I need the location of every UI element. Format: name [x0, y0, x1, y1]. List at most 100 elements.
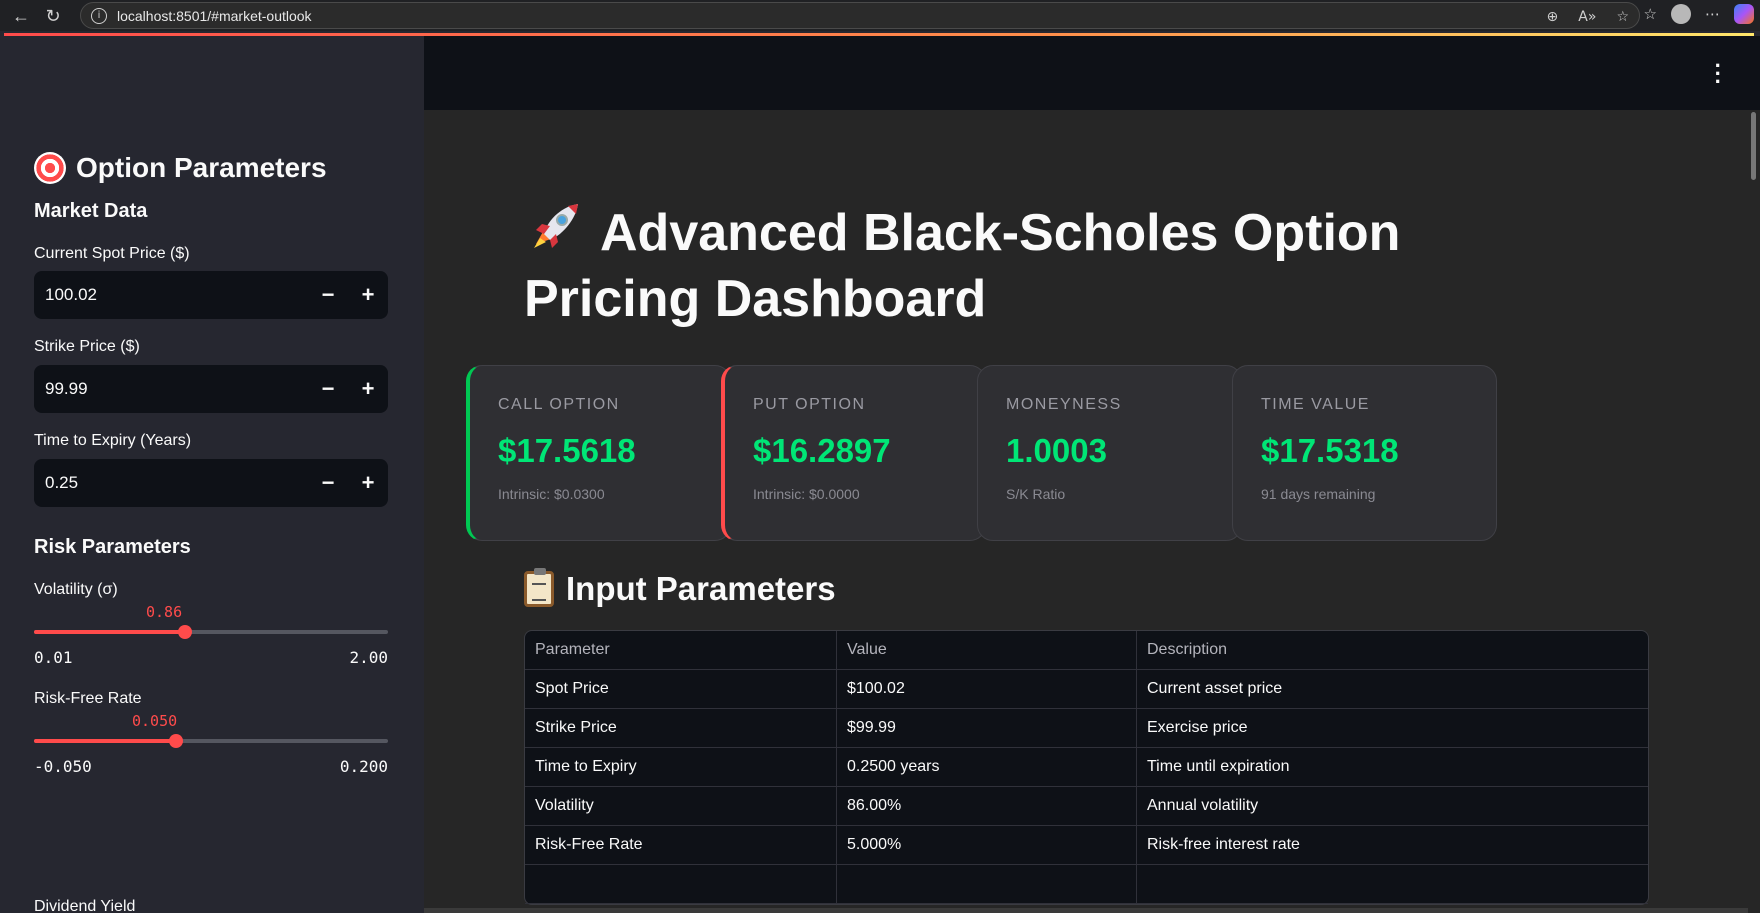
table-cell: Exercise price: [1137, 709, 1648, 748]
table-row: Volatility 86.00% Annual volatility: [525, 787, 1648, 826]
table-row: Spot Price $100.02 Current asset price: [525, 670, 1648, 709]
spot-price-label: Current Spot Price ($): [34, 245, 190, 262]
table-cell: $100.02: [837, 670, 1137, 709]
table-cell: Current asset price: [1137, 670, 1648, 709]
metric-label: MONEYNESS: [1006, 396, 1122, 413]
reload-icon[interactable]: ↻: [42, 5, 64, 27]
table-row: Risk-Free Rate 5.000% Risk-free interest…: [525, 826, 1648, 865]
volatility-slider[interactable]: [34, 625, 388, 639]
sidebar: Option Parameters Market Data Current Sp…: [4, 36, 424, 913]
page-title: Advanced Black-Scholes Option Pricing Da…: [524, 200, 1584, 332]
url-text[interactable]: localhost:8501/#market-outlook: [117, 8, 312, 24]
favorites-icon[interactable]: ☆: [1644, 5, 1657, 23]
metric-subtext: S/K Ratio: [1006, 486, 1066, 502]
more-menu-icon[interactable]: ⋯: [1705, 5, 1720, 23]
metric-label: TIME VALUE: [1261, 396, 1370, 413]
metric-value: $17.5618: [498, 432, 636, 469]
table-row: Time to Expiry 0.2500 years Time until e…: [525, 748, 1648, 787]
risk-free-rate-slider[interactable]: [34, 734, 388, 748]
browser-toolbar: ← ↻ i localhost:8501/#market-outlook ⊕ A…: [0, 0, 1760, 31]
page-title-text: Advanced Black-Scholes Option Pricing Da…: [524, 204, 1401, 328]
read-aloud-icon[interactable]: A»: [1578, 9, 1596, 25]
volatility-max: 2.00: [349, 648, 388, 667]
dividend-yield-label: Dividend Yield: [34, 898, 136, 913]
metric-value: 1.0003: [1006, 432, 1107, 469]
metric-card-call: CALL OPTION $17.5618 Intrinsic: $0.0300: [466, 365, 731, 541]
table-cell: Spot Price: [525, 670, 837, 709]
volatility-min: 0.01: [34, 648, 73, 667]
table-cell: [525, 865, 837, 904]
profile-avatar[interactable]: [1671, 4, 1691, 24]
site-info-icon[interactable]: i: [91, 7, 107, 24]
bottom-edge: [424, 908, 1748, 913]
table-cell: [837, 865, 1137, 904]
expiry-value[interactable]: 0.25: [34, 473, 308, 493]
metric-subtext: Intrinsic: $0.0000: [753, 486, 860, 502]
volatility-range: 0.01 2.00: [34, 648, 388, 667]
metric-label: PUT OPTION: [753, 396, 866, 413]
metric-value: $17.5318: [1261, 432, 1399, 469]
address-bar[interactable]: i localhost:8501/#market-outlook ⊕ A» ☆: [80, 2, 1640, 29]
table-cell: 5.000%: [837, 826, 1137, 865]
volatility-label: Volatility (σ): [34, 581, 118, 598]
spot-price-value[interactable]: 100.02: [34, 285, 308, 305]
copilot-icon[interactable]: [1734, 4, 1754, 24]
zoom-icon[interactable]: ⊕: [1547, 9, 1559, 25]
metric-subtext: 91 days remaining: [1261, 486, 1376, 502]
sidebar-title: Option Parameters: [34, 152, 327, 184]
section-market-data: Market Data: [34, 200, 148, 222]
rocket-icon: [534, 204, 578, 248]
table-cell: 86.00%: [837, 787, 1137, 826]
main-scrollbar-thumb[interactable]: [1751, 112, 1756, 180]
table-cell: [1137, 865, 1648, 904]
table-row: [525, 865, 1648, 904]
table-cell: 0.2500 years: [837, 748, 1137, 787]
risk-free-rate-slider-thumb[interactable]: [168, 734, 183, 748]
target-icon: [34, 152, 66, 184]
address-bar-actions: ⊕ A» ☆: [1537, 3, 1639, 30]
expiry-label: Time to Expiry (Years): [34, 432, 192, 449]
table-cell: $99.99: [837, 709, 1137, 748]
spot-price-increment-button[interactable]: +: [348, 282, 388, 308]
metric-value: $16.2897: [753, 432, 891, 469]
column-header[interactable]: Value: [837, 631, 1137, 670]
risk-free-rate-range: -0.050 0.200: [34, 757, 388, 776]
table-cell: Annual volatility: [1137, 787, 1648, 826]
sidebar-title-text: Option Parameters: [76, 152, 327, 183]
volatility-slider-fill: [34, 630, 186, 634]
strike-price-input[interactable]: 99.99 − +: [34, 365, 388, 413]
main-content: Advanced Black-Scholes Option Pricing Da…: [424, 110, 1748, 913]
risk-free-rate-current-value: 0.050: [132, 712, 178, 730]
strike-price-value[interactable]: 99.99: [34, 379, 308, 399]
risk-free-rate-min: -0.050: [34, 757, 92, 776]
table-cell: Time to Expiry: [525, 748, 837, 787]
metric-subtext: Intrinsic: $0.0300: [498, 486, 605, 502]
strike-price-increment-button[interactable]: +: [348, 376, 388, 402]
metric-label: CALL OPTION: [498, 396, 620, 413]
strike-price-decrement-button[interactable]: −: [308, 376, 348, 402]
table-cell: Time until expiration: [1137, 748, 1648, 787]
back-arrow-icon[interactable]: ←: [10, 5, 32, 27]
table-cell: Volatility: [525, 787, 837, 826]
spot-price-decrement-button[interactable]: −: [308, 282, 348, 308]
expiry-decrement-button[interactable]: −: [308, 470, 348, 496]
expiry-input[interactable]: 0.25 − +: [34, 459, 388, 507]
spot-price-input[interactable]: 100.02 − +: [34, 271, 388, 319]
input-parameters-heading: Input Parameters: [524, 568, 836, 608]
expiry-increment-button[interactable]: +: [348, 470, 388, 496]
table-cell: Risk-Free Rate: [525, 826, 837, 865]
app-header: · · ·: [424, 36, 1760, 110]
risk-free-rate-slider-fill: [34, 739, 176, 743]
risk-free-rate-label: Risk-Free Rate: [34, 690, 142, 707]
main-scrollbar[interactable]: [1748, 110, 1760, 913]
column-header[interactable]: Parameter: [525, 631, 837, 670]
volatility-slider-thumb[interactable]: [178, 625, 193, 639]
table-header-row: Parameter Value Description: [525, 631, 1648, 670]
volatility-current-value: 0.86: [146, 603, 183, 621]
browser-actions: ☆ ⋯: [1644, 4, 1754, 24]
column-header[interactable]: Description: [1137, 631, 1648, 670]
favorite-star-icon[interactable]: ☆: [1616, 9, 1629, 25]
section-risk-parameters: Risk Parameters: [34, 536, 191, 558]
strike-price-label: Strike Price ($): [34, 338, 140, 355]
main-menu-icon[interactable]: · · ·: [1715, 55, 1722, 93]
